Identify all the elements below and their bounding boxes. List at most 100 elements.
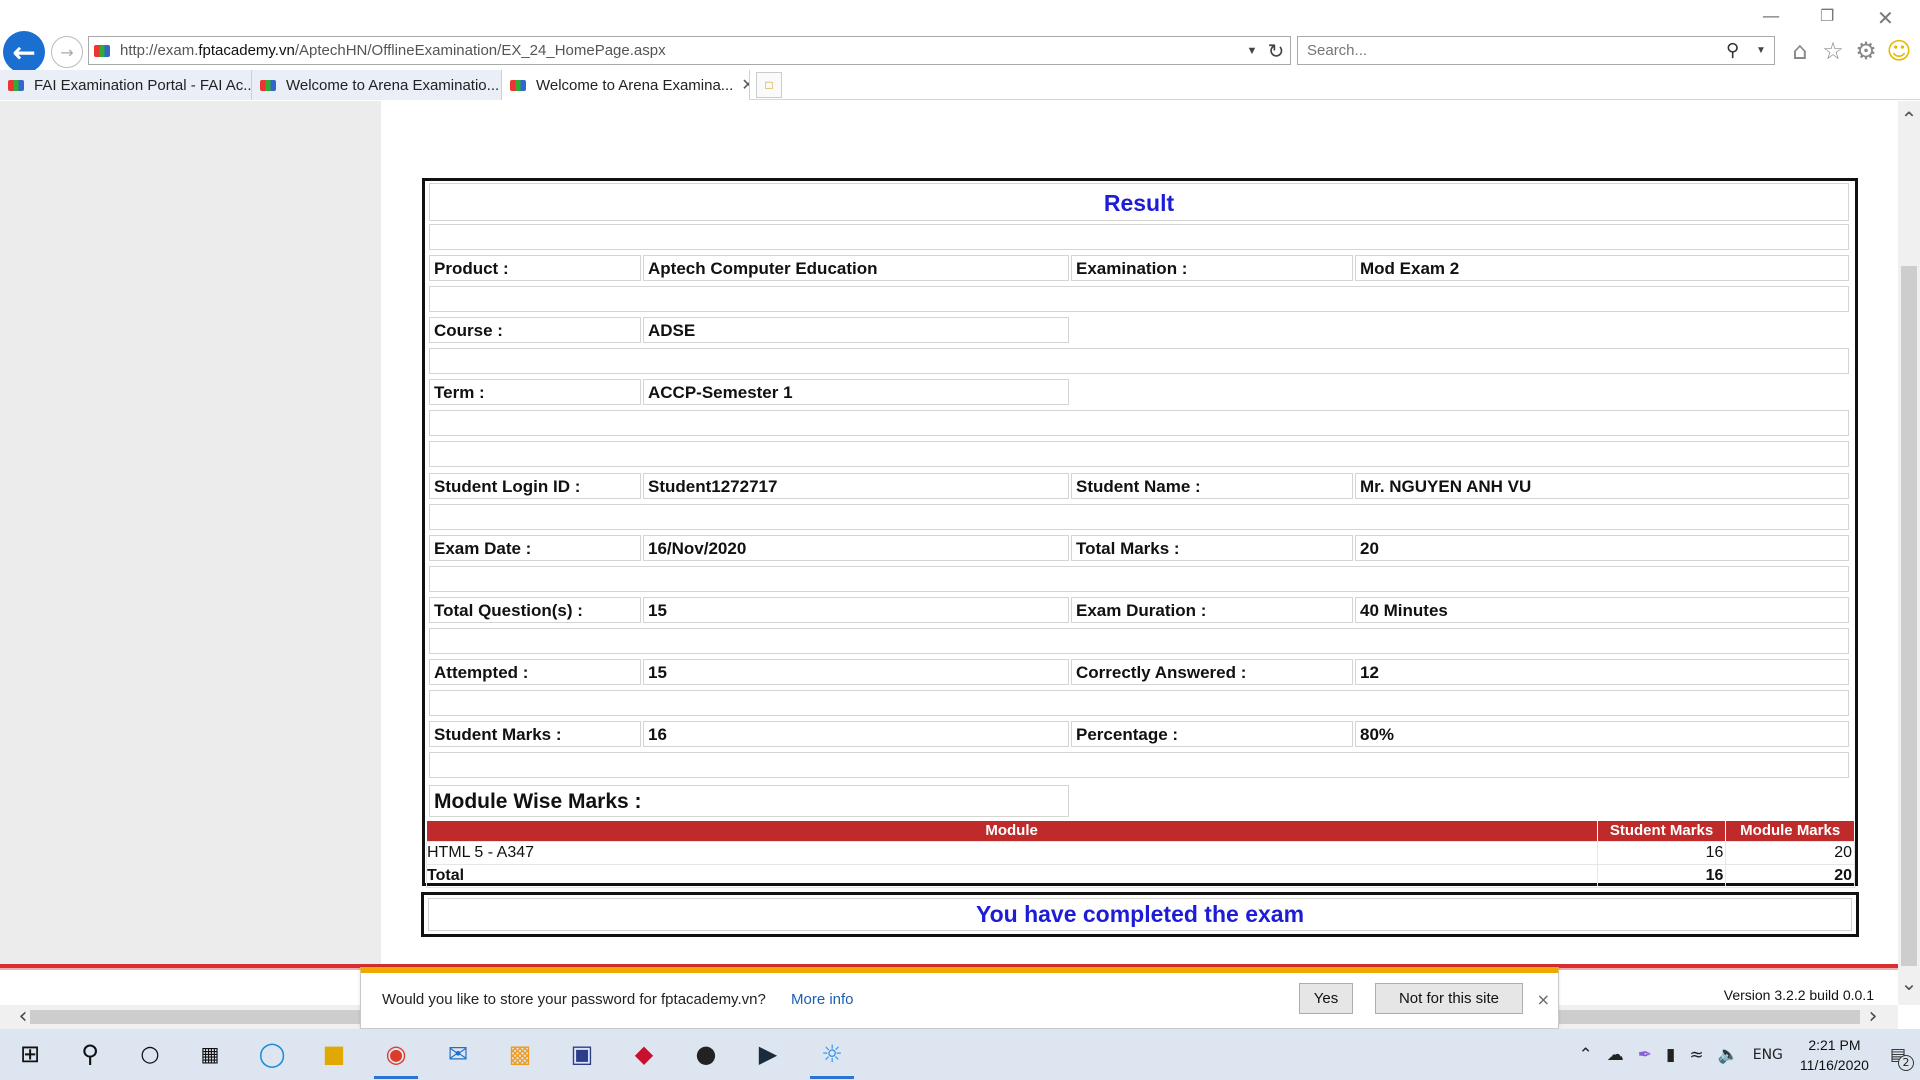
system-tray: ⌃ ☁ ✒ ▮ ≈ 🔈 ENG 2:21 PM 11/16/2020 ▤ 2 xyxy=(1571,1029,1920,1080)
onedrive-icon[interactable]: ☁ xyxy=(1607,1045,1624,1065)
total-student-marks-cell: 16 xyxy=(1596,863,1727,888)
tab-fai-portal[interactable]: FAI Examination Portal - FAI Ac... xyxy=(0,70,252,100)
dev-cpp-icon[interactable]: ▣ xyxy=(564,1037,600,1071)
spacer-row xyxy=(429,504,1849,530)
restore-icon[interactable]: ❐ xyxy=(1820,6,1834,25)
url-path: /AptechHN/OfflineExamination/EX_24_HomeP… xyxy=(294,42,666,59)
volume-muted-icon[interactable]: 🔈 xyxy=(1718,1045,1739,1065)
clock-time: 2:21 PM xyxy=(1808,1036,1861,1053)
total-questions-value: 15 xyxy=(643,597,1069,623)
scroll-right-icon[interactable]: › xyxy=(1862,1005,1884,1029)
settings-gear-icon[interactable]: ⚙ xyxy=(1851,36,1881,66)
task-view-icon[interactable]: ▦ xyxy=(192,1037,228,1071)
notifications-icon[interactable]: ▤ 2 xyxy=(1890,1045,1914,1071)
feedback-smiley-icon[interactable]: ☺ xyxy=(1884,36,1914,66)
search-icon[interactable]: ⚲ xyxy=(1726,40,1756,61)
scroll-up-icon[interactable]: ⌃ xyxy=(1898,107,1920,131)
spacer-row xyxy=(429,348,1849,374)
refresh-icon[interactable]: ↻ xyxy=(1262,39,1290,63)
version-text: Version 3.2.2 build 0.0.1 xyxy=(1723,987,1874,1003)
minimize-icon[interactable]: — xyxy=(1762,6,1780,27)
exam-duration-value: 40 Minutes xyxy=(1355,597,1849,623)
obs-icon[interactable]: ● xyxy=(688,1037,724,1071)
tab-close-icon[interactable]: ✕ xyxy=(741,75,749,95)
table-total-row: Total 16 20 xyxy=(426,863,1855,888)
language-indicator[interactable]: ENG xyxy=(1753,1047,1783,1063)
percentage-value: 80% xyxy=(1355,721,1849,747)
header-student-marks: Student Marks xyxy=(1597,821,1727,841)
tab-strip: FAI Examination Portal - FAI Ac... Welco… xyxy=(0,70,1920,100)
course-label: Course : xyxy=(429,317,641,343)
wifi-icon[interactable]: ≈ xyxy=(1689,1045,1703,1065)
login-id-label: Student Login ID : xyxy=(429,473,641,499)
module-marks-table: Module Student Marks Module Marks HTML 5… xyxy=(426,821,1855,888)
search-icon[interactable]: ⚲ xyxy=(72,1037,108,1071)
garena-icon[interactable]: ◆ xyxy=(626,1037,662,1071)
search-input[interactable] xyxy=(1307,42,1726,59)
pen-icon[interactable]: ✒ xyxy=(1638,1045,1652,1065)
spacer-row xyxy=(429,566,1849,592)
table-header-row: Module Student Marks Module Marks xyxy=(426,821,1855,841)
student-marks-label: Student Marks : xyxy=(429,721,641,747)
terminal-icon[interactable]: ▶ xyxy=(750,1037,786,1071)
forward-button[interactable]: → xyxy=(51,36,83,68)
examination-value: Mod Exam 2 xyxy=(1355,255,1849,281)
tab-favicon-icon xyxy=(510,79,526,91)
battery-icon[interactable]: ▮ xyxy=(1666,1045,1675,1065)
tab-favicon-icon xyxy=(260,79,276,91)
spacer-row xyxy=(429,286,1849,312)
module-marks-cell: 20 xyxy=(1725,840,1855,865)
spacer-row xyxy=(429,410,1849,436)
new-tab-button[interactable]: □ xyxy=(756,72,782,98)
not-for-this-site-button[interactable]: Not for this site xyxy=(1375,983,1523,1014)
favorites-star-icon[interactable]: ☆ xyxy=(1818,36,1848,66)
exam-duration-label: Exam Duration : xyxy=(1071,597,1353,623)
clock[interactable]: 2:21 PM 11/16/2020 xyxy=(1800,1035,1869,1075)
clock-date: 11/16/2020 xyxy=(1799,1056,1869,1073)
examination-label: Examination : xyxy=(1071,255,1353,281)
student-name-label: Student Name : xyxy=(1071,473,1353,499)
more-info-link[interactable]: More info xyxy=(791,991,854,1008)
module-name-cell: HTML 5 - A347 xyxy=(426,840,1598,865)
chrome-icon[interactable]: ◉ xyxy=(374,1037,418,1079)
windows-start-icon[interactable]: ⊞ xyxy=(12,1037,48,1071)
file-explorer-icon[interactable]: ■ xyxy=(316,1037,352,1071)
product-value: Aptech Computer Education xyxy=(643,255,1069,281)
cortana-icon[interactable]: ○ xyxy=(132,1037,168,1071)
mail-icon[interactable]: ✉ xyxy=(440,1037,476,1071)
show-hidden-icons-icon[interactable]: ⌃ xyxy=(1578,1045,1592,1065)
scroll-down-icon[interactable]: ⌄ xyxy=(1898,971,1920,995)
close-window-icon[interactable]: ✕ xyxy=(1877,6,1894,30)
completion-message: You have completed the exam xyxy=(428,898,1852,931)
search-dropdown-icon[interactable]: ▼ xyxy=(1756,45,1774,56)
address-bar[interactable]: http://exam.fptacademy.vn/AptechHN/Offli… xyxy=(88,36,1291,65)
search-box[interactable]: ⚲ ▼ xyxy=(1297,36,1775,65)
url-text[interactable]: http://exam.fptacademy.vn/AptechHN/Offli… xyxy=(120,42,1242,59)
vertical-scroll-thumb[interactable] xyxy=(1901,266,1917,966)
header-module-marks: Module Marks xyxy=(1725,821,1855,841)
attempted-value: 15 xyxy=(643,659,1069,685)
url-domain: fptacademy.vn xyxy=(198,42,295,59)
home-icon[interactable]: ⌂ xyxy=(1785,36,1815,66)
spacer-row xyxy=(429,224,1849,250)
total-marks-value: 20 xyxy=(1355,535,1849,561)
edge-icon[interactable]: ◯ xyxy=(254,1037,290,1071)
internet-explorer-icon[interactable]: ☼ xyxy=(810,1037,854,1079)
tab-arena-1[interactable]: Welcome to Arena Examinatio... xyxy=(252,70,502,100)
back-button[interactable]: ← xyxy=(3,31,45,73)
tab-arena-active[interactable]: Welcome to Arena Examina... ✕ xyxy=(502,70,750,100)
total-marks-label: Total Marks : xyxy=(1071,535,1353,561)
sublime-text-icon[interactable]: ▩ xyxy=(502,1037,538,1071)
spacer-row xyxy=(429,690,1849,716)
address-dropdown-icon[interactable]: ▼ xyxy=(1242,45,1262,57)
site-favicon-icon xyxy=(94,44,110,57)
tab-favicon-icon xyxy=(8,79,24,91)
spacer-row xyxy=(429,628,1849,654)
vertical-scrollbar[interactable]: ⌃ ⌄ xyxy=(1898,101,1920,1005)
yes-button[interactable]: Yes xyxy=(1299,983,1353,1014)
tab-label: Welcome to Arena Examinatio... xyxy=(286,76,500,94)
tab-label: FAI Examination Portal - FAI Ac... xyxy=(34,76,252,94)
password-save-prompt: Would you like to store your password fo… xyxy=(360,967,1559,1029)
close-prompt-icon[interactable]: × xyxy=(1537,990,1550,1009)
correctly-answered-label: Correctly Answered : xyxy=(1071,659,1353,685)
